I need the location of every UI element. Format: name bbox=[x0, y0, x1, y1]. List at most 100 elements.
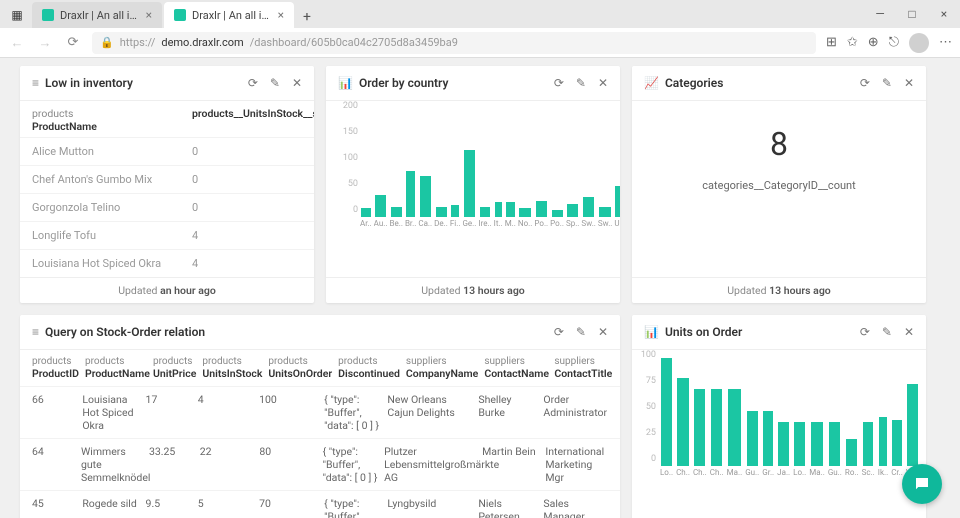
chart-bar bbox=[599, 207, 611, 217]
chart-bar bbox=[778, 422, 788, 466]
bar-column: No.. bbox=[518, 107, 533, 231]
favorites-icon[interactable]: ✩ bbox=[847, 35, 858, 50]
column-header[interactable]: productsProductID bbox=[32, 356, 79, 380]
close-window-icon[interactable]: × bbox=[932, 4, 956, 24]
refresh-button[interactable]: ⟳ bbox=[64, 35, 82, 50]
chart-bar bbox=[615, 186, 620, 217]
chart-bar bbox=[375, 195, 386, 217]
column-header: ProductName bbox=[32, 120, 97, 133]
url-host: demo.draxlr.com bbox=[161, 36, 243, 49]
table-row[interactable]: 66Louisiana Hot Spiced Okra174100{ "type… bbox=[20, 387, 620, 439]
column-header[interactable]: productsUnitsInStock bbox=[202, 356, 262, 380]
remove-icon[interactable]: ✕ bbox=[904, 325, 914, 339]
edit-icon[interactable]: ✎ bbox=[576, 76, 586, 90]
remove-icon[interactable]: ✕ bbox=[598, 76, 608, 90]
column-header[interactable]: productsProductName bbox=[85, 356, 147, 380]
lock-icon: 🔒 bbox=[100, 36, 114, 49]
column-header[interactable]: suppliersCompanyName bbox=[406, 356, 478, 380]
edit-icon[interactable]: ✎ bbox=[882, 76, 892, 90]
bar-column: Cr.. bbox=[891, 356, 903, 480]
bar-label: Ar.. bbox=[360, 219, 372, 231]
close-icon[interactable]: × bbox=[278, 8, 284, 22]
forward-button[interactable]: → bbox=[36, 35, 54, 51]
edit-icon[interactable]: ✎ bbox=[576, 325, 586, 339]
table-cell: New Orleans Cajun Delights bbox=[387, 393, 472, 432]
table-cell: 5 bbox=[198, 497, 253, 518]
address-bar[interactable]: 🔒 https://demo.draxlr.com/dashboard/605b… bbox=[92, 32, 816, 54]
card-order-by-country: 📊 Order by country ⟳ ✎ ✕ 200150100500 Ar… bbox=[326, 66, 620, 303]
chart-bar bbox=[495, 202, 502, 217]
more-icon[interactable]: ⋯ bbox=[939, 35, 952, 50]
dashboard-scroll[interactable]: ≡ Low in inventory ⟳ ✎ ✕ productsProduct… bbox=[0, 58, 960, 518]
bar-label: It.. bbox=[494, 219, 503, 231]
column-header[interactable]: productsDiscontinued bbox=[338, 356, 400, 380]
card-low-inventory: ≡ Low in inventory ⟳ ✎ ✕ productsProduct… bbox=[20, 66, 314, 303]
remove-icon[interactable]: ✕ bbox=[904, 76, 914, 90]
column-header[interactable]: productsUnitPrice bbox=[153, 356, 196, 380]
remove-icon[interactable]: ✕ bbox=[292, 76, 302, 90]
column-header[interactable]: suppliersContactName bbox=[484, 356, 548, 380]
list-icon: ≡ bbox=[32, 325, 39, 339]
column-header[interactable]: suppliersContactTitle bbox=[554, 356, 612, 380]
minimize-icon[interactable]: — bbox=[868, 4, 892, 24]
refresh-icon[interactable]: ⟳ bbox=[860, 325, 870, 339]
edit-icon[interactable]: ✎ bbox=[882, 325, 892, 339]
close-icon[interactable]: × bbox=[146, 8, 152, 22]
bar-column: Ar.. bbox=[360, 107, 372, 231]
bar-label: Sw.. bbox=[598, 219, 613, 231]
bar-label: Po.. bbox=[550, 219, 564, 231]
table-row[interactable]: Louisiana Hot Spiced Okra4 bbox=[20, 249, 314, 277]
chart-bar bbox=[480, 207, 491, 217]
back-button[interactable]: ← bbox=[8, 35, 26, 51]
bar-column: Ge.. bbox=[462, 107, 476, 231]
table-cell: Rogede sild bbox=[82, 497, 139, 518]
table-row[interactable]: Alice Mutton0 bbox=[20, 137, 314, 165]
table-row[interactable]: 64Wimmers gute Semmelknödel33.252280{ "t… bbox=[20, 439, 620, 491]
bar-label: Lo.. bbox=[793, 468, 806, 480]
chart-bar bbox=[519, 208, 531, 217]
bar-column: Ch.. bbox=[676, 356, 690, 480]
edit-icon[interactable]: ✎ bbox=[270, 76, 280, 90]
maximize-icon[interactable]: □ bbox=[900, 4, 924, 24]
extensions-icon[interactable]: ⎋ bbox=[889, 35, 899, 50]
column-header[interactable]: productsUnitsOnOrder bbox=[268, 356, 332, 380]
remove-icon[interactable]: ✕ bbox=[598, 325, 608, 339]
bar-column: Gu.. bbox=[828, 356, 842, 480]
bar-label: Ja.. bbox=[777, 468, 790, 480]
card-title: Order by country bbox=[359, 76, 554, 90]
table-row[interactable]: 45Rogede sild9.5570{ "type": "Buffer", "… bbox=[20, 491, 620, 518]
table-row[interactable]: Gorgonzola Telino0 bbox=[20, 193, 314, 221]
reader-icon[interactable]: ⊞ bbox=[826, 35, 837, 50]
refresh-icon[interactable]: ⟳ bbox=[554, 325, 564, 339]
app-menu-icon[interactable]: ▦ bbox=[10, 8, 24, 22]
collections-icon[interactable]: ⊕ bbox=[868, 35, 879, 50]
refresh-icon[interactable]: ⟳ bbox=[860, 76, 870, 90]
chart-bar bbox=[794, 422, 804, 466]
table-cell: Niels Petersen bbox=[478, 497, 537, 518]
bar-column: Po.. bbox=[534, 107, 548, 231]
chart-bar bbox=[391, 207, 402, 217]
table-cell: Shelley Burke bbox=[478, 393, 537, 432]
bar-column: De.. bbox=[434, 107, 448, 231]
product-name: Louisiana Hot Spiced Okra bbox=[32, 257, 192, 270]
profile-avatar[interactable] bbox=[909, 33, 929, 53]
bar-label: De.. bbox=[434, 219, 448, 231]
browser-tab[interactable]: Draxlr | An all in one platform to × bbox=[164, 2, 294, 28]
bar-label: Fi.. bbox=[450, 219, 461, 231]
refresh-icon[interactable]: ⟳ bbox=[554, 76, 564, 90]
bar-column: M.. bbox=[505, 107, 516, 231]
chat-fab[interactable] bbox=[902, 464, 942, 504]
table-row[interactable]: Longlife Tofu4 bbox=[20, 221, 314, 249]
table-row[interactable]: Chef Anton's Gumbo Mix0 bbox=[20, 165, 314, 193]
table-cell: Wimmers gute Semmelknödel bbox=[81, 445, 143, 484]
card-title: Query on Stock-Order relation bbox=[45, 325, 554, 339]
bar-column: Be.. bbox=[389, 107, 402, 231]
new-tab-button[interactable]: + bbox=[296, 6, 318, 28]
refresh-icon[interactable]: ⟳ bbox=[248, 76, 258, 90]
browser-tab[interactable]: Draxlr | An all in one platform to × bbox=[32, 2, 162, 28]
chart-bar bbox=[567, 204, 578, 217]
bar-column: UK bbox=[614, 107, 620, 231]
bar-column: Sp.. bbox=[566, 107, 579, 231]
table-cell: 4 bbox=[198, 393, 253, 432]
bar-column: Ro.. bbox=[845, 356, 859, 480]
